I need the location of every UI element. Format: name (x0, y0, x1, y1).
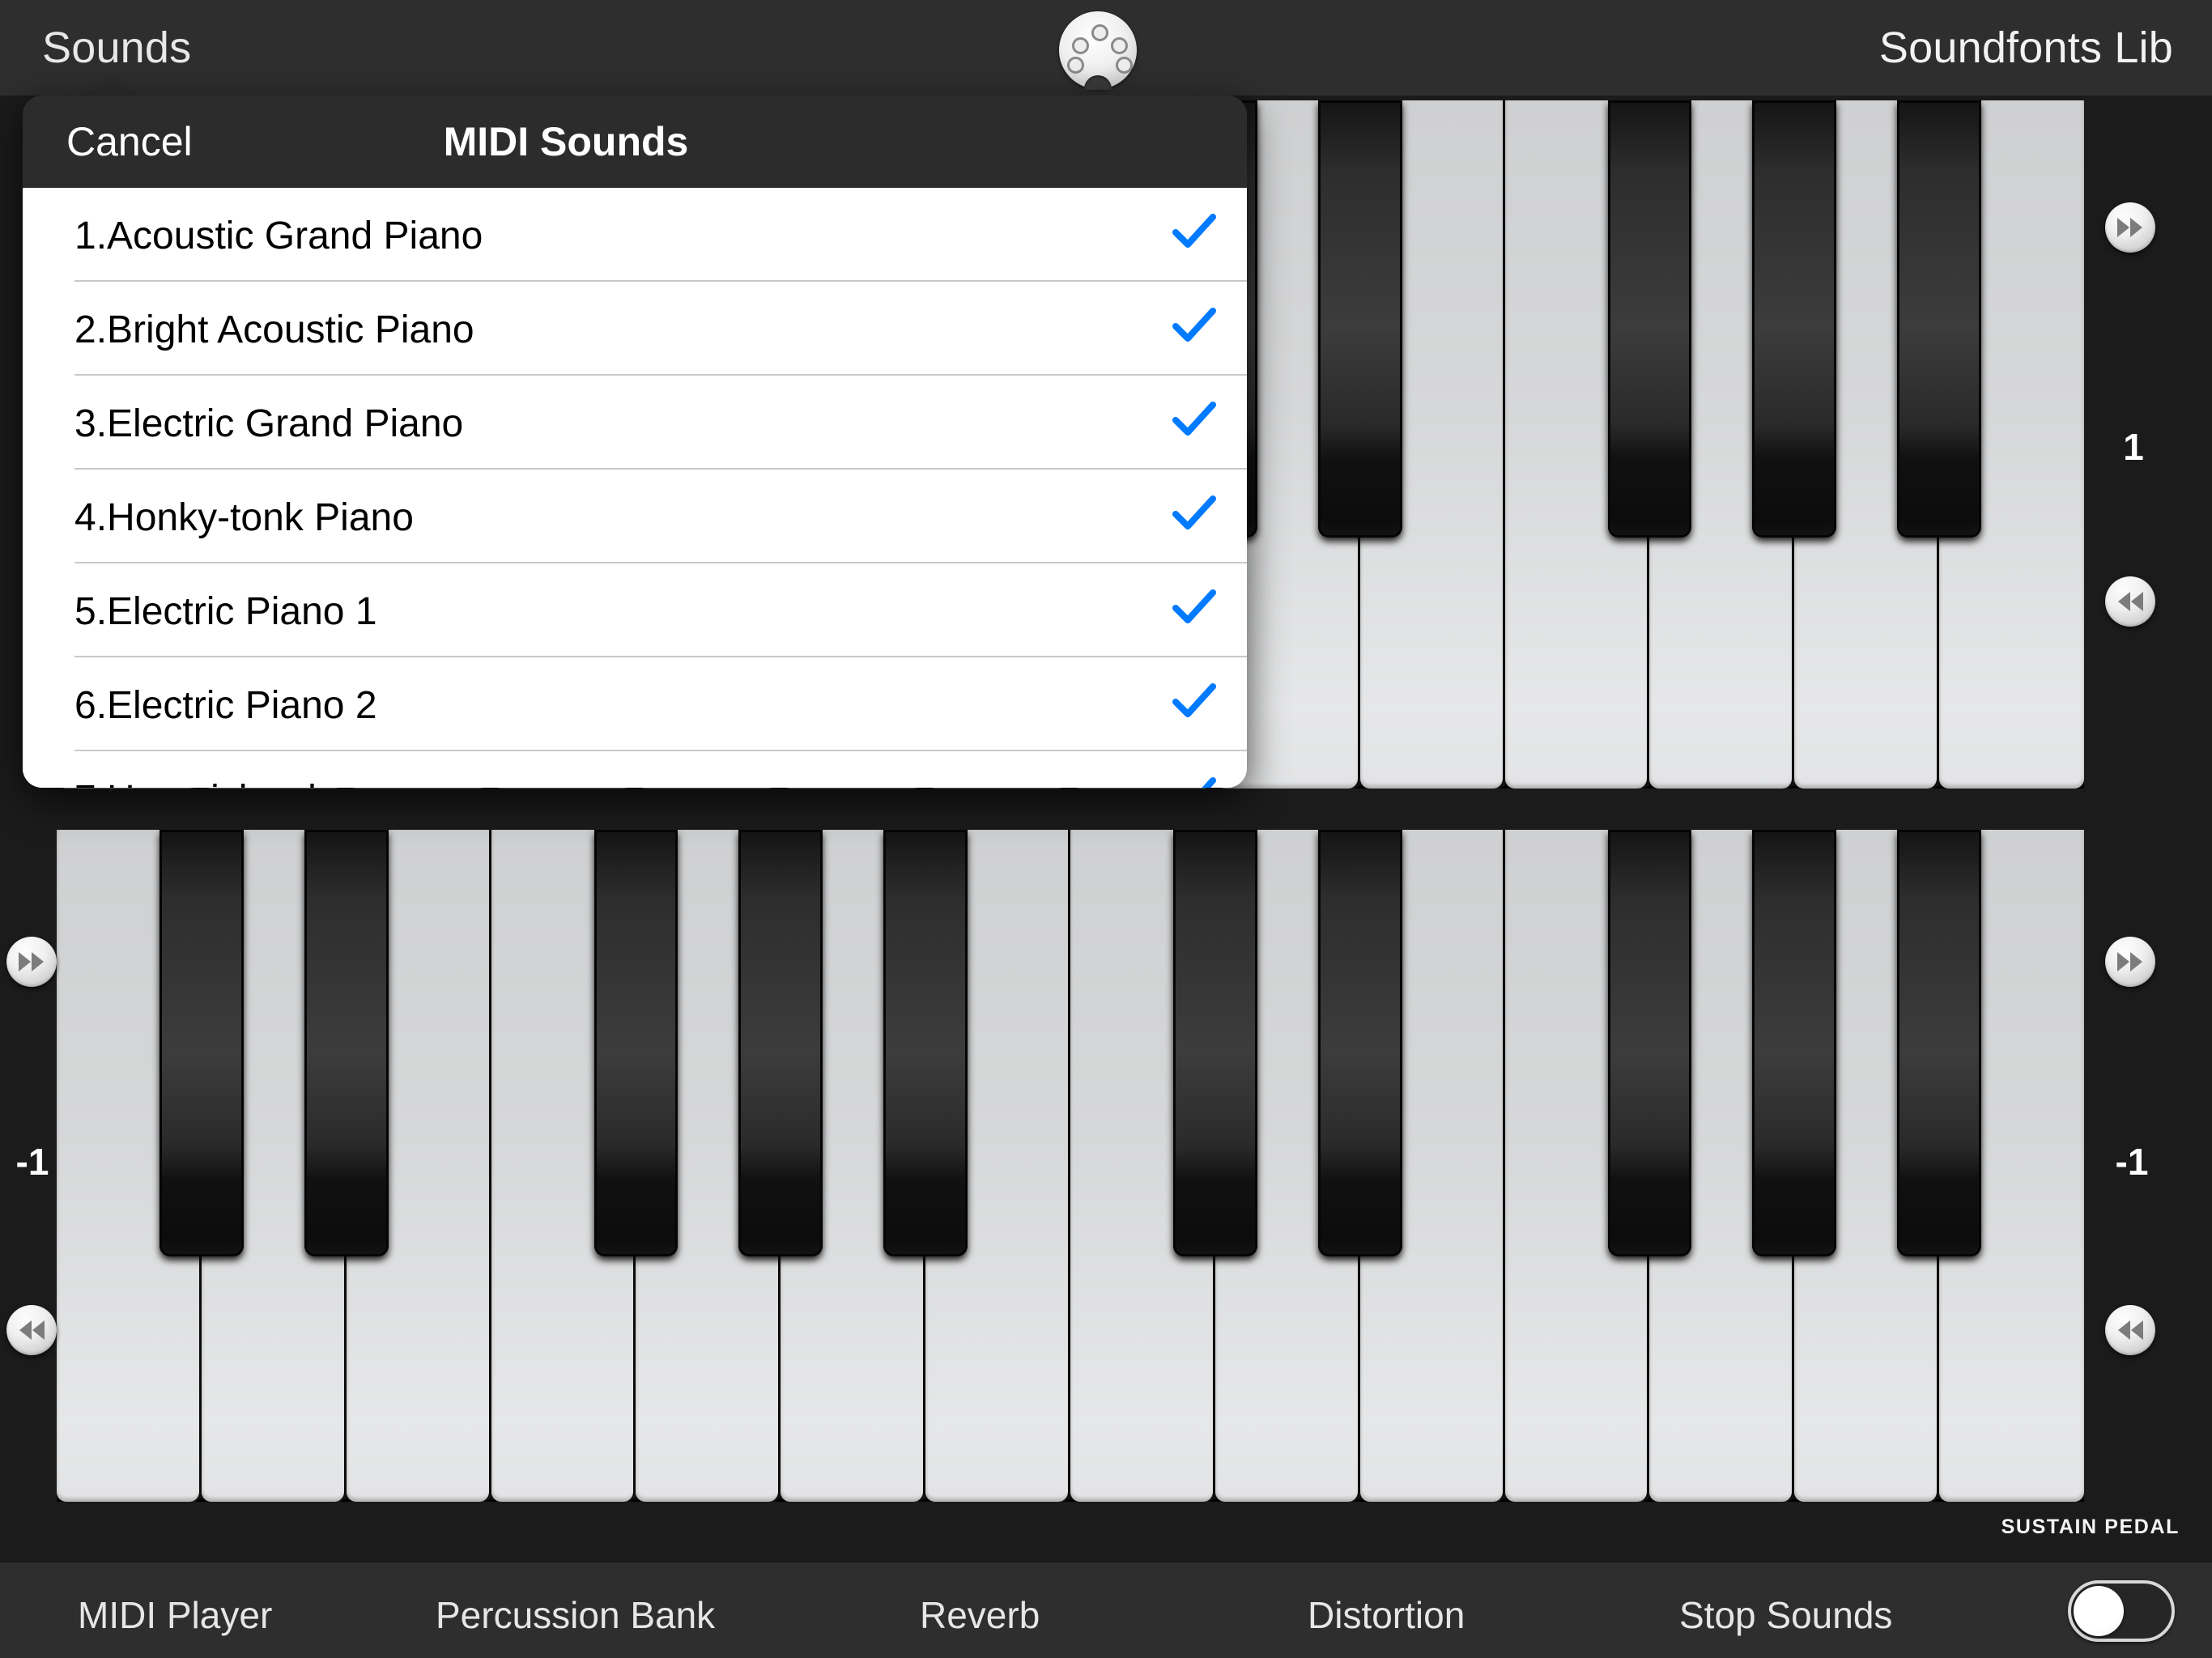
sound-list-item-label: 6.Electric Piano 2 (74, 684, 377, 727)
lower-octave-up-button-left[interactable] (6, 937, 57, 987)
black-key[interactable] (1752, 100, 1837, 538)
sound-list-item[interactable]: 1.Acoustic Grand Piano (23, 188, 1247, 282)
midi-pin (1116, 57, 1133, 74)
upper-octave-up-button[interactable] (2105, 202, 2155, 253)
black-key[interactable] (1172, 830, 1257, 1257)
sustain-pedal-toggle[interactable] (2068, 1580, 2175, 1642)
checkmark-icon (1168, 767, 1221, 788)
midi-din-connector-icon[interactable] (1059, 11, 1137, 90)
soundfonts-lib-button[interactable]: Soundfonts Lib (1879, 23, 2173, 73)
distortion-button[interactable]: Distortion (1308, 1593, 1465, 1637)
sound-list-item[interactable]: 4.Honky-tonk Piano (23, 470, 1247, 563)
upper-octave-value: 1 (2123, 426, 2144, 468)
black-key[interactable] (883, 830, 968, 1257)
sound-list-item[interactable]: 2.Bright Acoustic Piano (23, 282, 1247, 376)
black-key[interactable] (1317, 830, 1402, 1257)
lower-keyboard[interactable] (57, 830, 2084, 1502)
black-key[interactable] (159, 830, 244, 1257)
sound-list-item-label: 2.Bright Acoustic Piano (74, 308, 474, 351)
reverb-button[interactable]: Reverb (920, 1593, 1040, 1637)
upper-octave-down-button[interactable] (2105, 576, 2155, 627)
sound-list-item[interactable]: 5.Electric Piano 1 (23, 563, 1247, 657)
top-toolbar: Sounds Soundfonts Lib (0, 0, 2212, 96)
lower-octave-down-button-right[interactable] (2105, 1305, 2155, 1355)
checkmark-icon (1168, 580, 1221, 633)
popover-arrow (81, 71, 139, 99)
midi-pin (1072, 37, 1089, 54)
checkmark-icon (1168, 298, 1221, 351)
stop-sounds-button[interactable]: Stop Sounds (1679, 1593, 1892, 1637)
midi-sounds-popover: Cancel MIDI Sounds 1.Acoustic Grand Pian… (23, 96, 1247, 788)
lower-keyboard-keys[interactable] (57, 830, 2084, 1502)
bottom-toolbar: MIDI Player Percussion Bank Reverb Disto… (0, 1562, 2212, 1658)
sound-list-item-label: 3.Electric Grand Piano (74, 402, 464, 445)
black-key[interactable] (1897, 100, 1981, 538)
checkmark-icon (1168, 674, 1221, 727)
midi-player-button[interactable]: MIDI Player (78, 1593, 272, 1637)
lower-octave-value-right: -1 (2115, 1141, 2149, 1183)
black-key[interactable] (304, 830, 389, 1257)
sound-list-item-label: 1.Acoustic Grand Piano (74, 215, 483, 257)
black-key[interactable] (593, 830, 678, 1257)
black-key[interactable] (1607, 100, 1692, 538)
black-key[interactable] (1317, 100, 1402, 538)
sound-list-item[interactable]: 6.Electric Piano 2 (23, 657, 1247, 751)
piano-app-root: Sounds Soundfonts Lib 1 -1 -1 SUSTAIN PE… (0, 0, 2212, 1658)
black-key[interactable] (1897, 830, 1981, 1257)
midi-notch (1084, 75, 1112, 90)
lower-octave-value-left: -1 (15, 1141, 49, 1183)
sustain-pedal-toggle-knob (2074, 1586, 2124, 1636)
sound-list-item[interactable]: 3.Electric Grand Piano (23, 376, 1247, 470)
sustain-pedal-label: SUSTAIN PEDAL (2001, 1516, 2180, 1538)
sound-list-item[interactable]: 7.Harpsichord (23, 751, 1247, 788)
sound-list-item-label: 5.Electric Piano 1 (74, 590, 377, 633)
checkmark-icon (1168, 204, 1221, 257)
midi-pin (1111, 37, 1128, 54)
midi-pin (1091, 24, 1108, 41)
black-key[interactable] (1752, 830, 1837, 1257)
popover-title: MIDI Sounds (443, 119, 689, 164)
sound-list-item-label: 4.Honky-tonk Piano (74, 496, 414, 539)
black-key[interactable] (1607, 830, 1692, 1257)
checkmark-icon (1168, 486, 1221, 539)
checkmark-icon (1168, 392, 1221, 445)
lower-octave-down-button-left[interactable] (6, 1305, 57, 1355)
black-key[interactable] (738, 830, 823, 1257)
popover-header: Cancel MIDI Sounds (23, 96, 1247, 188)
midi-pin (1067, 57, 1084, 74)
sound-list-item-label: 7.Harpsichord (74, 777, 317, 788)
midi-sounds-list[interactable]: 1.Acoustic Grand Piano 2.Bright Acoustic … (23, 188, 1247, 788)
sounds-button[interactable]: Sounds (42, 23, 191, 73)
lower-octave-up-button-right[interactable] (2105, 937, 2155, 987)
percussion-bank-button[interactable]: Percussion Bank (436, 1593, 715, 1637)
